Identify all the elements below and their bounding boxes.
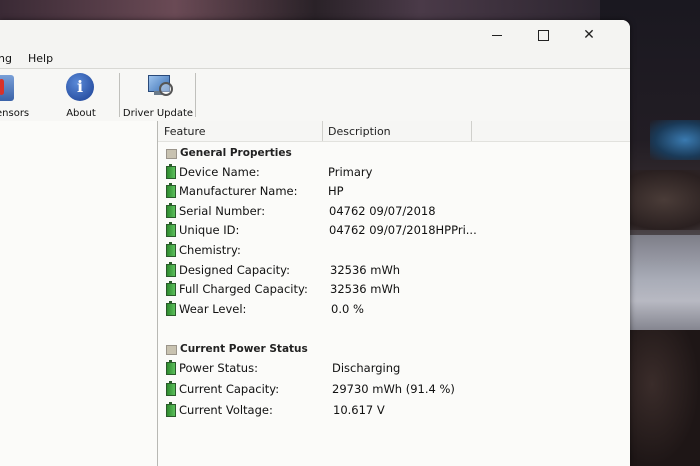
toolbar-separator (119, 73, 120, 117)
battery-icon (166, 203, 176, 218)
feature-label: Chemistry: (179, 243, 241, 257)
column-header: Feature Description (158, 121, 630, 142)
driver-update-button[interactable]: Driver Update (122, 73, 194, 119)
feature-value: HP (328, 184, 344, 198)
background-photo-water (620, 235, 700, 345)
table-row[interactable]: Current Capacity: 29730 mWh (91.4 %) (164, 380, 624, 398)
table-row[interactable]: Unique ID: 04762 09/07/2018HPPri... (164, 221, 624, 239)
feature-value: Discharging (332, 361, 401, 375)
about-label: About (66, 108, 96, 119)
feature-value: 04762 09/07/2018HPPri... (329, 223, 477, 237)
background-photo-detail (650, 120, 700, 160)
table-row[interactable]: Serial Number: 04762 09/07/2018 (164, 202, 624, 220)
column-divider[interactable] (322, 121, 323, 141)
description-column-header[interactable]: Description (328, 125, 391, 138)
battery-icon (166, 381, 176, 396)
battery-icon (166, 242, 176, 257)
battery-icon (166, 222, 176, 237)
maximize-icon (537, 29, 549, 41)
sensors-label: ensors (0, 108, 30, 119)
feature-label: Unique ID: (179, 223, 240, 237)
table-row[interactable]: Device Name: Primary (164, 163, 624, 181)
feature-column-header[interactable]: Feature (164, 125, 206, 138)
maximize-button[interactable] (520, 20, 566, 50)
column-divider[interactable] (471, 121, 472, 141)
feature-label: Current Capacity: (179, 382, 280, 396)
section-icon (166, 345, 177, 355)
sensors-button[interactable]: ensors (0, 73, 34, 119)
table-row[interactable]: Full Charged Capacity: 32536 mWh (164, 280, 624, 298)
battery-icon (166, 183, 176, 198)
navigation-pane[interactable] (0, 121, 158, 466)
battery-icon (166, 301, 176, 316)
feature-value: 0.0 % (331, 302, 364, 316)
thermometer-icon (0, 75, 14, 101)
minimize-icon (492, 34, 502, 36)
toolbar-separator (195, 73, 196, 117)
battery-icon (166, 281, 176, 296)
monitor-magnifier-icon (146, 73, 174, 99)
background-photo-rock (620, 330, 700, 466)
section-title: General Properties (180, 147, 292, 159)
feature-value: 29730 mWh (91.4 %) (332, 382, 455, 396)
feature-label: Device Name: (179, 165, 260, 179)
driver-update-label: Driver Update (122, 108, 194, 119)
feature-value: 10.617 V (333, 403, 385, 417)
feature-value: 32536 mWh (330, 263, 401, 277)
title-bar[interactable]: ✕ (0, 20, 630, 50)
battery-icon (166, 262, 176, 277)
feature-label: Current Voltage: (179, 403, 273, 417)
battery-icon (166, 164, 176, 179)
table-row[interactable]: Designed Capacity: 32536 mWh (164, 261, 624, 279)
section-icon (166, 149, 177, 159)
menu-item-help[interactable]: Help (28, 52, 53, 65)
battery-icon (166, 360, 176, 375)
info-icon: i (66, 73, 94, 101)
menu-item-settings[interactable]: ng (0, 52, 12, 65)
table-row[interactable]: Manufacturer Name: HP (164, 182, 624, 200)
menu-bar: ng Help (0, 50, 630, 68)
feature-label: Manufacturer Name: (179, 184, 298, 198)
feature-value: 04762 09/07/2018 (329, 204, 436, 218)
close-icon: ✕ (583, 27, 595, 43)
feature-label: Full Charged Capacity: (179, 282, 308, 296)
feature-label: Wear Level: (179, 302, 247, 316)
feature-label: Serial Number: (179, 204, 266, 218)
section-title: Current Power Status (180, 343, 308, 355)
feature-label: Designed Capacity: (179, 263, 291, 277)
feature-value: 32536 mWh (330, 282, 401, 296)
table-row[interactable]: Chemistry: (164, 241, 624, 259)
feature-value: Primary (328, 165, 373, 179)
table-row[interactable]: Wear Level: 0.0 % (164, 300, 624, 318)
toolbar: ensors i About Driver Update (0, 68, 630, 122)
about-button[interactable]: i About (52, 73, 110, 119)
battery-info-window: ✕ ng Help ensors i About Driver Update F… (0, 20, 630, 466)
details-pane[interactable]: Feature Description General Properties D… (158, 121, 630, 466)
close-button[interactable]: ✕ (566, 20, 612, 50)
table-row[interactable]: Current Voltage: 10.617 V (164, 401, 624, 419)
table-row[interactable]: Power Status: Discharging (164, 359, 624, 377)
feature-label: Power Status: (179, 361, 258, 375)
battery-icon (166, 402, 176, 417)
minimize-button[interactable] (474, 20, 520, 50)
